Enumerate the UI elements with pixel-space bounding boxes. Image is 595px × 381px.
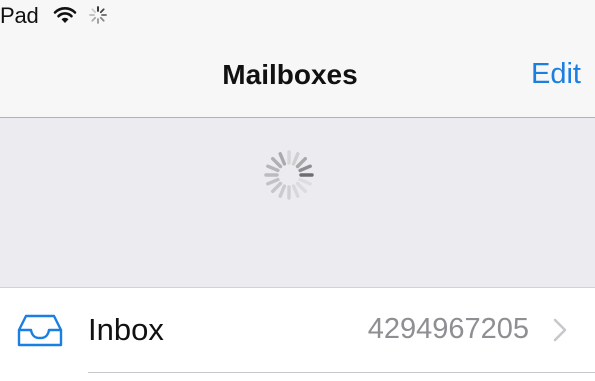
network-activity-spinner-icon	[88, 5, 108, 25]
page-title: Mailboxes	[222, 59, 358, 90]
inbox-tray-icon	[17, 314, 63, 348]
navigation-bar: Mailboxes Edit	[0, 34, 595, 118]
carrier-label: Pad	[0, 3, 39, 28]
edit-button[interactable]: Edit	[531, 58, 581, 91]
unread-count: 4294967205	[367, 313, 529, 345]
mailbox-row-inbox[interactable]: Inbox 4294967205	[0, 288, 595, 372]
loading-spinner-icon	[262, 148, 316, 202]
mailbox-list: Inbox 4294967205	[0, 288, 595, 381]
mailbox-label: Inbox	[88, 312, 164, 347]
pull-to-refresh-area[interactable]	[0, 118, 595, 288]
row-separator	[88, 372, 595, 373]
wifi-icon	[53, 5, 77, 25]
chevron-right-icon	[553, 318, 567, 342]
status-bar: Pad	[0, 0, 595, 34]
